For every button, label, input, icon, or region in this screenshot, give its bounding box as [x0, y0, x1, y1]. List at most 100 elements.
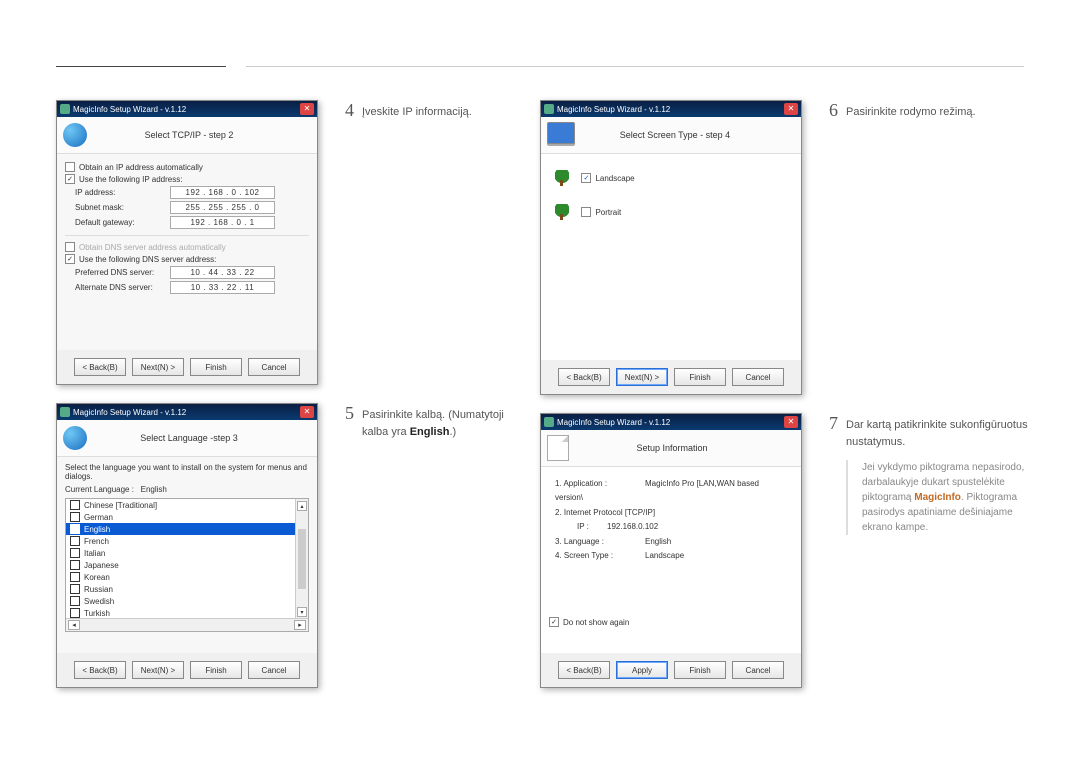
cancel-button[interactable]: Cancel	[732, 368, 784, 386]
ip-key: 2. Internet Protocol [TCP/IP]	[555, 508, 655, 517]
app-key: 1. Application :	[555, 477, 645, 491]
auto-ip-label: Obtain an IP address automatically	[79, 163, 203, 172]
portrait-label: Portrait	[595, 208, 621, 217]
scroll-down-icon[interactable]: ▾	[297, 607, 307, 617]
panel-body: Select the language you want to install …	[57, 457, 317, 653]
back-button[interactable]: < Back(B)	[74, 358, 126, 376]
step-text-6: Pasirinkite rodymo režimą.	[846, 100, 976, 395]
back-button[interactable]: < Back(B)	[558, 661, 610, 679]
language-option[interactable]: German	[66, 511, 308, 523]
scrollbar-horizontal[interactable]: ◂▸	[66, 618, 308, 631]
language-listbox[interactable]: Chinese [Traditional]German EnglishFrench…	[65, 498, 309, 632]
apply-button[interactable]: Apply	[616, 661, 668, 679]
language-label: Italian	[84, 549, 105, 558]
language-option[interactable]: Italian	[66, 547, 308, 559]
scroll-right-icon[interactable]: ▸	[294, 620, 306, 630]
gw-input[interactable]: 192 . 168 . 0 . 1	[170, 216, 275, 229]
language-label: English	[84, 525, 110, 534]
step-text-5: Pasirinkite kalbą. (Numatytoji kalba yra…	[362, 403, 523, 688]
cancel-button[interactable]: Cancel	[248, 358, 300, 376]
step-text-4: Įveskite IP informaciją.	[362, 100, 472, 385]
checkbox-icon	[70, 596, 80, 606]
dont-show-label: Do not show again	[563, 618, 629, 627]
scroll-left-icon[interactable]: ◂	[68, 620, 80, 630]
app-icon	[60, 104, 70, 114]
pref-dns-input[interactable]: 10 . 44 . 33 . 22	[170, 266, 275, 279]
close-icon[interactable]: ✕	[784, 416, 798, 428]
landscape-label: Landscape	[595, 174, 634, 183]
titlebar-text: MagicInfo Setup Wizard - v.1.12	[73, 105, 186, 114]
finish-button[interactable]: Finish	[674, 368, 726, 386]
step-number-7: 7	[810, 413, 838, 688]
language-label: Turkish	[84, 609, 110, 618]
globe-icon	[63, 123, 87, 147]
language-option[interactable]: Korean	[66, 571, 308, 583]
checkbox-icon	[70, 548, 80, 558]
checkbox-portrait[interactable]	[581, 207, 591, 217]
titlebar-text: MagicInfo Setup Wizard - v.1.12	[557, 105, 670, 114]
back-button[interactable]: < Back(B)	[74, 661, 126, 679]
next-button[interactable]: Next(N) >	[616, 368, 668, 386]
lang-value: English	[645, 537, 671, 546]
next-button[interactable]: Next(N) >	[132, 661, 184, 679]
left-column: MagicInfo Setup Wizard - v.1.12 ✕ Select…	[56, 100, 523, 706]
next-button[interactable]: Next(N) >	[132, 358, 184, 376]
top-divider-long	[246, 66, 1024, 67]
lang-key: 3. Language :	[555, 535, 645, 549]
step-text-7: Dar kartą patikrinkite sukonfigūruotus n…	[846, 413, 1040, 450]
language-label: Swedish	[84, 597, 114, 606]
step-6-entry: MagicInfo Setup Wizard - v.1.12 ✕ Select…	[540, 100, 1040, 395]
panel-title: Select Language -step 3	[97, 433, 311, 443]
app-icon	[60, 407, 70, 417]
instruction-text: Select the language you want to install …	[65, 463, 309, 481]
language-option[interactable]: Russian	[66, 583, 308, 595]
use-ip-label: Use the following IP address:	[79, 175, 182, 184]
ip-input[interactable]: 192 . 168 . 0 . 102	[170, 186, 275, 199]
use-dns-label: Use the following DNS server address:	[79, 255, 216, 264]
panel-header: Select TCP/IP - step 2	[57, 117, 317, 154]
language-label: Korean	[84, 573, 110, 582]
wizard-tcpip: MagicInfo Setup Wizard - v.1.12 ✕ Select…	[56, 100, 318, 385]
checkbox-auto-ip[interactable]	[65, 162, 75, 172]
checkbox-dont-show[interactable]	[549, 617, 559, 627]
scroll-thumb[interactable]	[298, 529, 306, 589]
mask-input[interactable]: 255 . 255 . 255 . 0	[170, 201, 275, 214]
finish-button[interactable]: Finish	[190, 358, 242, 376]
language-option[interactable]: Portuguese	[66, 631, 308, 632]
finish-button[interactable]: Finish	[190, 661, 242, 679]
language-option[interactable]: English	[66, 523, 308, 535]
scroll-up-icon[interactable]: ▴	[297, 501, 307, 511]
close-icon[interactable]: ✕	[300, 103, 314, 115]
current-lang-label: Current Language :	[65, 485, 134, 494]
alt-dns-input[interactable]: 10 . 33 . 22 . 11	[170, 281, 275, 294]
pref-dns-label: Preferred DNS server:	[75, 268, 170, 277]
language-option[interactable]: French	[66, 535, 308, 547]
language-option[interactable]: Swedish	[66, 595, 308, 607]
scrollbar-vertical[interactable]: ▴▾	[295, 499, 308, 619]
scr-key: 4. Screen Type :	[555, 549, 645, 563]
wizard-titlebar: MagicInfo Setup Wizard - v.1.12 ✕	[57, 101, 317, 117]
checkbox-use-ip[interactable]	[65, 174, 75, 184]
panel-body: Obtain an IP address automatically Use t…	[57, 154, 317, 350]
finish-button[interactable]: Finish	[674, 661, 726, 679]
panel-title: Setup Information	[579, 443, 795, 453]
checkbox-icon	[70, 512, 80, 522]
cancel-button[interactable]: Cancel	[248, 661, 300, 679]
checkbox-icon	[70, 524, 80, 534]
auto-dns-label: Obtain DNS server address automatically	[79, 243, 226, 252]
cancel-button[interactable]: Cancel	[732, 661, 784, 679]
titlebar-text: MagicInfo Setup Wizard - v.1.12	[557, 418, 670, 427]
step-5-entry: MagicInfo Setup Wizard - v.1.12 ✕ Select…	[56, 403, 523, 688]
app-icon	[544, 417, 554, 427]
close-icon[interactable]: ✕	[300, 406, 314, 418]
close-icon[interactable]: ✕	[784, 103, 798, 115]
checkbox-landscape[interactable]	[581, 173, 591, 183]
step-7-entry: MagicInfo Setup Wizard - v.1.12 ✕ Setup …	[540, 413, 1040, 688]
current-lang-value: English	[141, 485, 167, 494]
language-option[interactable]: Chinese [Traditional]	[66, 499, 308, 511]
checkbox-icon	[70, 500, 80, 510]
back-button[interactable]: < Back(B)	[558, 368, 610, 386]
language-option[interactable]: Japanese	[66, 559, 308, 571]
checkbox-use-dns[interactable]	[65, 254, 75, 264]
language-label: Chinese [Traditional]	[84, 501, 157, 510]
